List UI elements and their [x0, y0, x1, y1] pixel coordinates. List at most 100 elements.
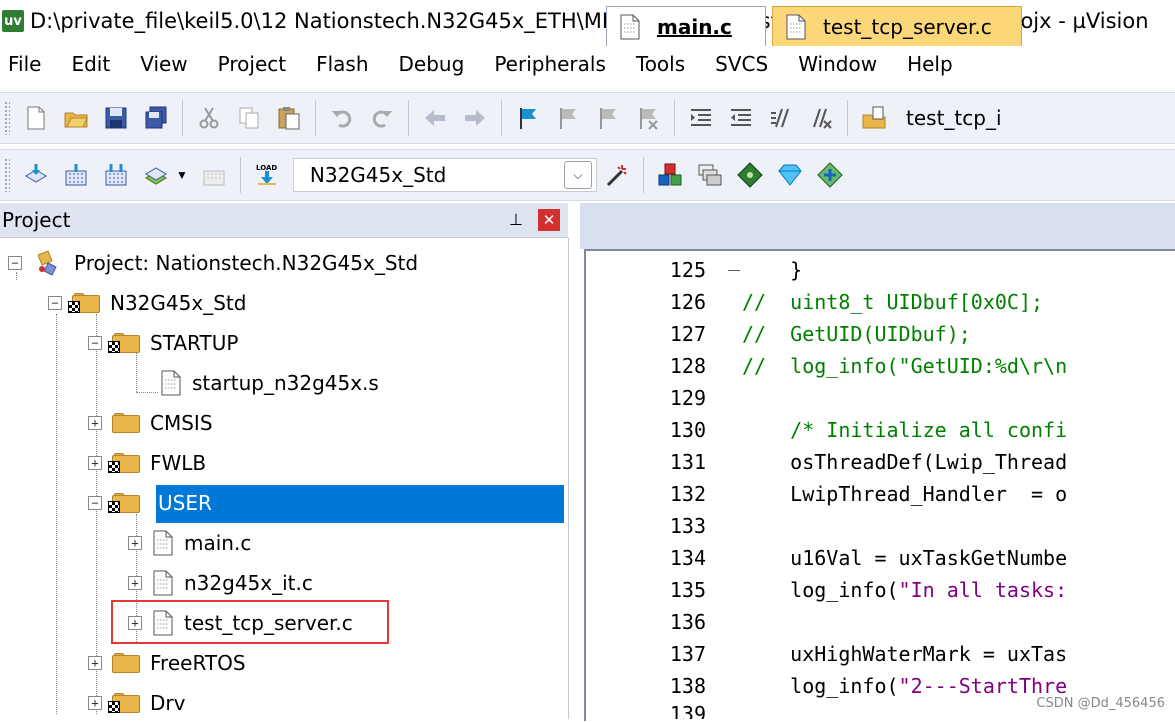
- menu-view[interactable]: View: [125, 52, 202, 76]
- rebuild-icon: [105, 164, 127, 186]
- uvision-app-icon[interactable]: uv: [2, 10, 24, 32]
- rebuild-button[interactable]: [99, 158, 133, 192]
- indent-button[interactable]: [684, 101, 718, 135]
- code-line[interactable]: 132 LwipThread_Handler = o: [0, 478, 1175, 510]
- redo-icon: [372, 110, 392, 128]
- navigate-forward-button[interactable]: [458, 101, 492, 135]
- source-file-icon: [786, 14, 806, 39]
- arrow-left-icon: [425, 110, 445, 126]
- line-number: 136: [669, 610, 706, 634]
- toolbar-grip[interactable]: [4, 101, 10, 135]
- line-number: 130: [669, 418, 706, 442]
- comment-icon: [771, 108, 789, 128]
- components-icon: [658, 163, 682, 186]
- undo-button[interactable]: [325, 101, 359, 135]
- load-download-icon: LOAD: [256, 164, 277, 185]
- toolbar-grip[interactable]: [4, 158, 10, 192]
- stop-build-button[interactable]: [197, 158, 231, 192]
- comment-button[interactable]: [764, 101, 798, 135]
- select-packs-button[interactable]: [773, 158, 807, 192]
- line-number: 128: [669, 354, 706, 378]
- insert-bookmark-button[interactable]: [511, 101, 545, 135]
- target-select[interactable]: N32G45x_Std ⌵: [292, 158, 597, 192]
- save-all-icon: [145, 106, 167, 129]
- menu-tools[interactable]: Tools: [621, 52, 700, 76]
- code-line[interactable]: 127 // GetUID(UIDbuf);: [0, 318, 1175, 350]
- copy-button[interactable]: [232, 101, 266, 135]
- open-file-button[interactable]: [59, 101, 93, 135]
- code-line[interactable]: 138 log_info("2---StartThre: [0, 670, 1175, 702]
- code-line[interactable]: 135 log_info("In all tasks:: [0, 574, 1175, 606]
- code-line[interactable]: 136: [0, 606, 1175, 638]
- code-line[interactable]: 133: [0, 510, 1175, 542]
- unindent-icon: [731, 109, 751, 126]
- source-file-icon: [620, 14, 640, 39]
- batch-build-button[interactable]: [139, 158, 173, 192]
- menu-debug[interactable]: Debug: [384, 52, 480, 76]
- code-line[interactable]: 137 uxHighWaterMark = uxTas: [0, 638, 1175, 670]
- target-options-button[interactable]: [600, 158, 634, 192]
- code-line[interactable]: 139: [0, 702, 1175, 719]
- prev-bookmark-button[interactable]: [551, 101, 585, 135]
- clear-bookmarks-button[interactable]: [631, 101, 665, 135]
- line-number: 125: [669, 258, 706, 282]
- code-line[interactable]: 131 osThreadDef(Lwip_Thread: [0, 446, 1175, 478]
- menu-flash[interactable]: Flash: [301, 52, 383, 76]
- target-select-value: N32G45x_Std: [309, 163, 447, 187]
- build-button[interactable]: [59, 158, 93, 192]
- line-number: 138: [669, 674, 706, 698]
- close-icon[interactable]: ✕: [538, 209, 560, 231]
- watermark-credit: CSDN @Dd_456456: [1036, 696, 1165, 711]
- code-string-token: "2---StartThre: [898, 674, 1068, 698]
- code-line[interactable]: 125 }: [0, 254, 1175, 286]
- indent-icon: [691, 109, 711, 126]
- cut-button[interactable]: [192, 101, 226, 135]
- toolbar-separator: [642, 157, 644, 193]
- code-line[interactable]: 130 /* Initialize all confi: [0, 414, 1175, 446]
- line-number: 129: [669, 386, 706, 410]
- find-in-files-button[interactable]: [857, 101, 891, 135]
- line-number: 137: [669, 642, 706, 666]
- prev-bookmark-icon: [560, 108, 576, 129]
- paste-button[interactable]: [272, 101, 306, 135]
- tab-test-tcp-server-c[interactable]: test_tcp_server.c: [772, 6, 1022, 46]
- code-line[interactable]: 129: [0, 382, 1175, 414]
- navigate-back-button[interactable]: [418, 101, 452, 135]
- code-string-token: "In all tasks:: [898, 578, 1068, 602]
- find-combo-text[interactable]: test_tcp_i: [906, 106, 1002, 130]
- menu-window[interactable]: Window: [783, 52, 892, 76]
- tab-main-c[interactable]: main.c: [606, 6, 766, 46]
- new-file-button[interactable]: [19, 101, 53, 135]
- translate-button[interactable]: [19, 158, 53, 192]
- pin-icon[interactable]: ⊥: [506, 210, 526, 230]
- save-all-button[interactable]: [139, 101, 173, 135]
- download-button[interactable]: LOAD: [250, 158, 284, 192]
- manage-rte-button[interactable]: [733, 158, 767, 192]
- chevron-down-icon[interactable]: ⌵: [563, 161, 592, 189]
- tab-label: main.c: [657, 14, 732, 39]
- manage-multi-project-button[interactable]: [693, 158, 727, 192]
- new-file-icon: [27, 106, 45, 130]
- code-line[interactable]: 134 u16Val = uxTaskGetNumbe: [0, 542, 1175, 574]
- code-line[interactable]: 128 // log_info("GetUID:%d\r\n: [0, 350, 1175, 382]
- arrow-right-icon: [465, 110, 485, 126]
- menu-edit[interactable]: Edit: [56, 52, 125, 76]
- menu-svcs[interactable]: SVCS: [700, 52, 783, 76]
- redo-button[interactable]: [365, 101, 399, 135]
- menu-help[interactable]: Help: [892, 52, 968, 76]
- code-token: log_info(: [742, 578, 899, 602]
- menu-project[interactable]: Project: [203, 52, 301, 76]
- unindent-button[interactable]: [724, 101, 758, 135]
- toolbar-separator: [315, 100, 316, 136]
- code-line[interactable]: 126 // uint8_t UIDbuf[0x0C];: [0, 286, 1175, 318]
- pack-installer-button[interactable]: [813, 158, 847, 192]
- menu-peripherals[interactable]: Peripherals: [479, 52, 621, 76]
- bookmark-flag-icon: [520, 108, 536, 129]
- menu-file[interactable]: File: [0, 52, 56, 76]
- file-extensions-button[interactable]: [653, 158, 687, 192]
- next-bookmark-button[interactable]: [591, 101, 625, 135]
- batch-build-icon: [145, 167, 167, 185]
- batch-build-dropdown-icon[interactable]: ▼: [176, 168, 188, 182]
- save-button[interactable]: [99, 101, 133, 135]
- uncomment-button[interactable]: [804, 101, 838, 135]
